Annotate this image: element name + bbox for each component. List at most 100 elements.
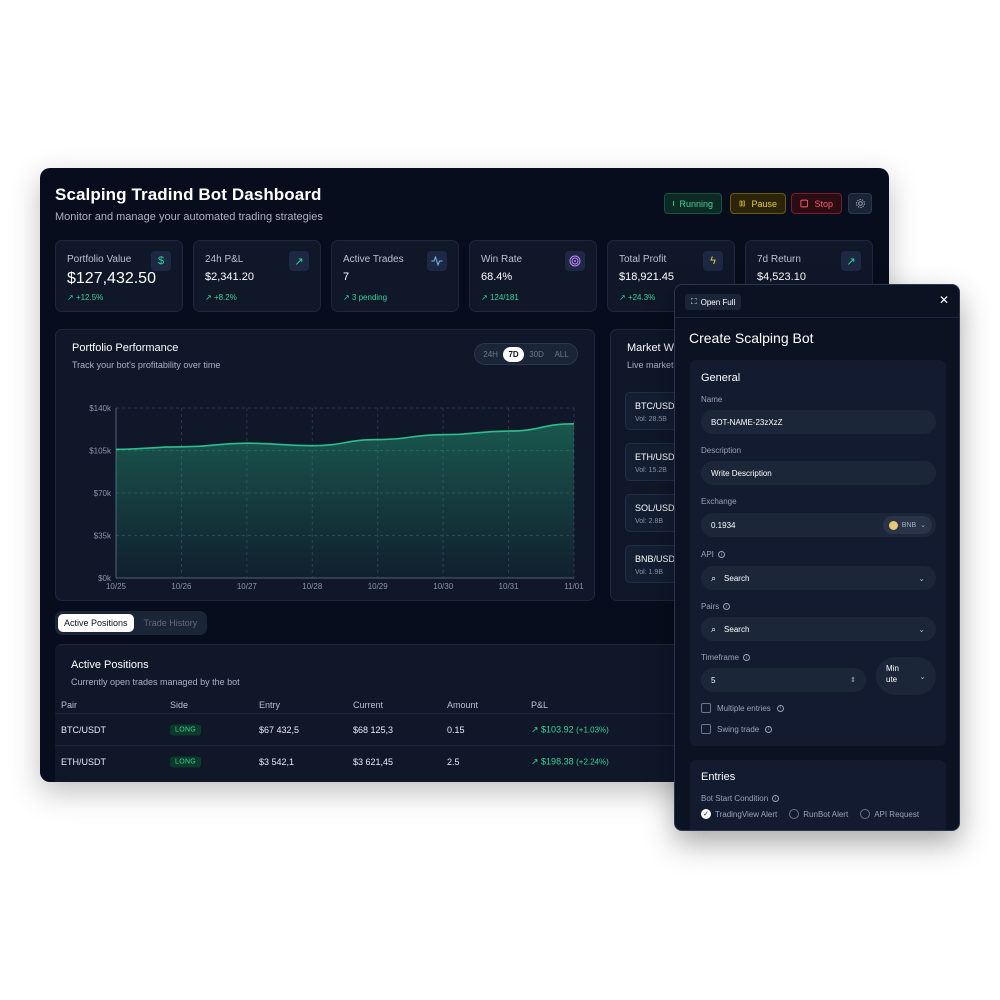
description-label-text: Description — [701, 446, 742, 455]
market-volume: Vol: 28.5B — [635, 416, 667, 423]
create-bot-panel: ⛶ Open Full ✕ Create Scalping Bot Genera… — [674, 284, 960, 831]
stop-icon — [800, 199, 809, 208]
exchange-label-text: Exchange — [701, 497, 737, 506]
pairs-label-text: Pairs — [701, 602, 720, 611]
cell-entry: $67 432,5 — [259, 724, 300, 735]
x-tick-label: 10/25 — [106, 582, 127, 591]
y-tick-label: $35k — [94, 532, 112, 541]
api-select[interactable]: ⌕ Search ⌄ — [701, 566, 936, 590]
col-entry: Entry — [259, 700, 281, 710]
swing-trade-label: Swing trade — [717, 724, 760, 734]
col-amount: Amount — [447, 700, 479, 710]
radio-circle[interactable] — [860, 809, 871, 819]
name-label: Name — [701, 395, 722, 404]
stat-label: Active Trades — [343, 254, 404, 265]
settings-button[interactable] — [848, 193, 872, 214]
stat-value: $18,921.45 — [619, 271, 675, 283]
radio-tradingview-alert[interactable]: ✓ TradingView Alert — [701, 809, 777, 819]
pairs-value: Search — [724, 624, 750, 634]
info-icon: i — [723, 603, 731, 610]
stat-change: ↗ 124/181 — [481, 293, 519, 302]
pause-label: Pause — [751, 198, 777, 209]
exchange-label: Exchange — [701, 497, 737, 506]
x-tick-label: 10/29 — [368, 582, 389, 591]
checkbox-box[interactable] — [701, 703, 711, 713]
portfolio-performance-card: Portfolio Performance Track your bot's p… — [55, 329, 595, 601]
cell-current: $68 125,3 — [353, 724, 394, 735]
y-tick-label: $70k — [94, 489, 112, 498]
name-label-text: Name — [701, 395, 723, 404]
col-pnl: P&L — [531, 700, 549, 710]
check-icon[interactable]: ✓ — [701, 809, 711, 819]
exchange-input[interactable]: 0.1934 BNB ⌄ — [701, 513, 936, 537]
radio-runbot-alert[interactable]: RunBot Alert — [789, 809, 848, 819]
coin-selector[interactable]: BNB ⌄ — [882, 516, 932, 534]
entries-section: Entries Bot Start Condition i ✓ TradingVie… — [690, 760, 946, 830]
stat-label: 24h P&L — [205, 254, 244, 265]
stat-value: $2,341.20 — [205, 271, 254, 283]
name-value: BOT-NAME-23zXzZ — [711, 417, 783, 427]
name-input[interactable]: BOT-NAME-23zXzZ — [701, 410, 936, 434]
stat-change-text: +12.5% — [75, 293, 104, 302]
stat-change-text: 3 pending — [351, 293, 388, 302]
gear-icon — [855, 199, 865, 208]
pause-button[interactable]: Pause — [730, 193, 786, 214]
running-label: Running — [679, 198, 713, 209]
trend-up-icon: ↗ — [841, 251, 861, 271]
stat-change: ↗ +24.3% — [619, 293, 656, 302]
timeframe-value: 5 — [711, 675, 716, 685]
x-tick-label: 10/27 — [237, 582, 258, 591]
market-subtitle: Live market — [627, 360, 674, 370]
positions-tabs: Active Positions Trade History — [55, 611, 207, 635]
checkbox-box[interactable] — [701, 724, 711, 734]
close-icon[interactable]: ✕ — [939, 293, 949, 307]
market-pair: BNB/USD — [635, 554, 676, 564]
multiple-entries-checkbox[interactable]: Multiple entries i — [701, 703, 784, 713]
stepper-icon[interactable]: ⇕ — [850, 676, 856, 684]
start-condition-label: Bot Start Condition i — [701, 794, 780, 803]
market-pair: ETH/USD — [635, 452, 675, 462]
timeframe-unit-select[interactable]: Min ute ⌄ — [876, 657, 936, 695]
multiple-entries-label: Multiple entries — [717, 703, 771, 713]
cell-entry: $3 542,1 — [259, 756, 295, 767]
pairs-select[interactable]: ⌕ Search ⌄ — [701, 617, 936, 641]
stat-change: ↗ +12.5% — [67, 293, 104, 302]
market-pair: BTC/USD — [635, 401, 675, 411]
start-condition-radios: ✓ TradingView Alert RunBot Alert API Requ… — [701, 809, 919, 819]
stat-card-active-trades: Active Trades 7 ↗ 3 pending — [331, 240, 459, 312]
timeframe-input[interactable]: 5 ⇕ — [701, 668, 866, 692]
chevron-down-icon: ⌄ — [918, 624, 925, 634]
api-label: API i — [701, 550, 725, 559]
running-status-button[interactable]: Running — [664, 193, 722, 214]
cell-pnl: ↗ $103.92 (+1.03%) — [531, 724, 609, 734]
x-tick-label: 10/26 — [171, 582, 192, 591]
stat-card-win-rate: Win Rate 68.4% ↗ 124/181 — [469, 240, 597, 312]
stat-value: 68.4% — [481, 271, 513, 283]
radio-circle[interactable] — [789, 809, 800, 819]
col-side: Side — [170, 700, 189, 710]
radio-label: RunBot Alert — [803, 809, 849, 819]
coin-label: BNB — [901, 521, 917, 529]
panel-divider — [675, 317, 959, 318]
side-badge: LONG — [170, 724, 202, 735]
y-tick-label: $105k — [89, 447, 112, 456]
description-input[interactable]: Write Description — [701, 461, 936, 485]
page-title: Scalping Tradind Bot Dashboard — [55, 185, 322, 204]
radio-api-request[interactable]: API Request — [860, 809, 919, 819]
col-current: Current — [353, 700, 384, 710]
stat-value: 7 — [343, 271, 350, 283]
tab-trade-history[interactable]: Trade History — [138, 614, 204, 632]
page-subtitle: Monitor and manage your automated tradin… — [55, 211, 323, 223]
info-icon: i — [717, 551, 725, 558]
tab-active-positions[interactable]: Active Positions — [58, 614, 134, 632]
stat-change: ↗ 3 pending — [343, 293, 388, 302]
positions-subtitle: Currently open trades managed by the bot — [71, 677, 240, 687]
market-title: Market Wa — [627, 342, 680, 354]
market-pair: SOL/USD — [635, 503, 675, 513]
stop-button[interactable]: Stop — [791, 193, 842, 214]
general-heading: General — [701, 372, 741, 384]
swing-trade-checkbox[interactable]: Swing trade i — [701, 724, 773, 734]
pnl-percent: (+2.24%) — [576, 757, 609, 766]
open-full-button[interactable]: ⛶ Open Full — [685, 294, 742, 310]
stat-label: 7d Return — [757, 254, 801, 265]
